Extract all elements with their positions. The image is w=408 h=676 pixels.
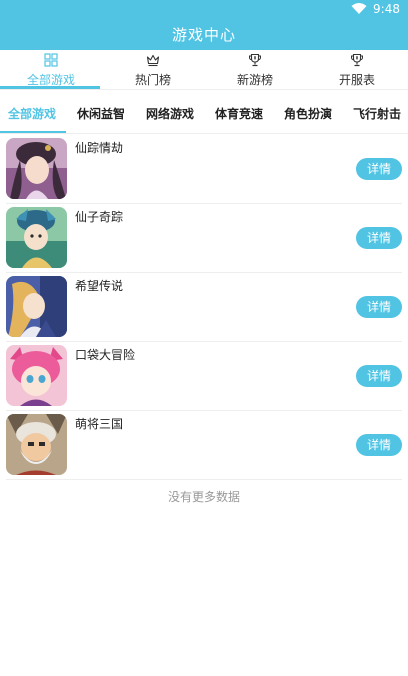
game-name: 萌将三国: [75, 417, 124, 431]
status-area: 9:48: [351, 1, 400, 17]
list-item[interactable]: 希望传说 详情: [6, 274, 402, 342]
details-button[interactable]: 详情: [356, 158, 402, 180]
tab-server-schedule[interactable]: 开服表: [306, 50, 408, 90]
trophy-icon: [351, 53, 363, 67]
details-button[interactable]: 详情: [356, 227, 402, 249]
list-item[interactable]: 仙踪情劫 详情: [6, 136, 402, 204]
game-name: 仙子奇踪: [75, 210, 124, 224]
details-button[interactable]: 详情: [356, 434, 402, 456]
title-bar: 游戏中心: [0, 18, 408, 50]
game-icon[interactable]: [6, 414, 67, 475]
category-flight-shooting[interactable]: 飞行射击: [353, 94, 401, 133]
no-more-data-text: 没有更多数据: [167, 490, 240, 504]
game-icon[interactable]: [6, 138, 67, 199]
category-all-games[interactable]: 全部游戏: [8, 94, 56, 133]
trophy-icon: [249, 53, 261, 67]
page-title: 游戏中心: [171, 25, 236, 44]
game-icon[interactable]: [6, 276, 67, 337]
details-button[interactable]: 详情: [356, 365, 402, 387]
game-name: 口袋大冒险: [75, 348, 136, 362]
category-sports-racing[interactable]: 体育竞速: [215, 94, 263, 133]
details-button[interactable]: 详情: [356, 296, 402, 318]
game-icon[interactable]: [6, 345, 67, 406]
tab-hot-chart[interactable]: 热门榜: [102, 50, 204, 90]
list-item[interactable]: 口袋大冒险 详情: [6, 343, 402, 411]
category-online-games[interactable]: 网络游戏: [146, 94, 194, 133]
tab-label: 热门榜: [134, 73, 171, 87]
list-item[interactable]: 萌将三国 详情: [6, 412, 402, 480]
tab-label: 新游榜: [236, 73, 273, 87]
wifi-icon: [351, 3, 367, 14]
status-bar: 9:48: [0, 0, 408, 18]
game-name: 希望传说: [75, 279, 124, 293]
tab-all-games[interactable]: 全部游戏: [0, 50, 102, 90]
tab-label: 开服表: [338, 73, 375, 87]
status-time: 9:48: [373, 2, 400, 16]
active-tab-indicator: [0, 86, 100, 89]
active-category-indicator: [0, 131, 66, 133]
game-icon[interactable]: [6, 207, 67, 268]
top-tabs: 全部游戏 热门榜 新游榜 开服表: [0, 50, 408, 90]
category-role-playing[interactable]: 角色扮演: [284, 94, 332, 133]
game-name: 仙踪情劫: [75, 141, 124, 155]
list-item[interactable]: 仙子奇踪 详情: [6, 205, 402, 273]
grid-icon: [44, 53, 58, 67]
tab-new-games-chart[interactable]: 新游榜: [204, 50, 306, 90]
category-casual-puzzle[interactable]: 休闲益智: [77, 94, 125, 133]
category-tabs: 全部游戏 休闲益智 网络游戏 体育竞速 角色扮演 飞行射击: [0, 94, 408, 134]
crown-icon: [146, 54, 160, 67]
